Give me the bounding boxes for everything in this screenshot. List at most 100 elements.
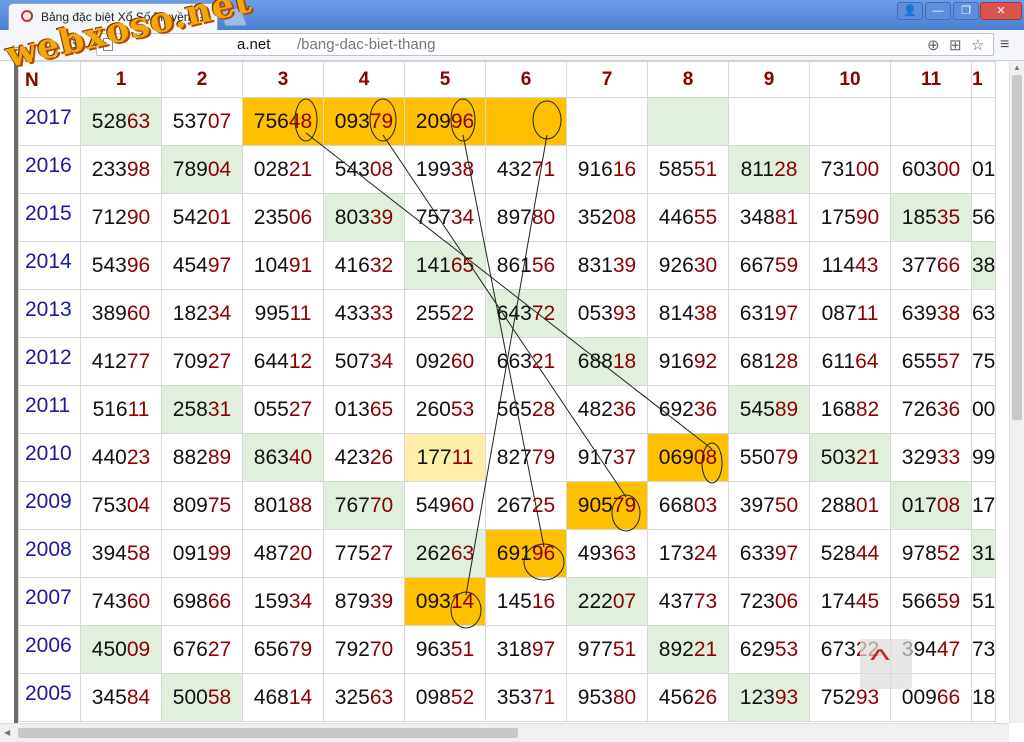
result-last-two: 82 <box>855 397 880 421</box>
result-cell <box>566 97 648 146</box>
result-prefix: 916 <box>658 349 694 373</box>
result-prefix: 688 <box>577 349 613 373</box>
result-prefix: 17 <box>972 493 996 517</box>
result-cell: 48720 <box>242 529 324 578</box>
result-last-two: 96 <box>126 253 151 277</box>
result-cell: 81128 <box>728 145 810 194</box>
result-cell: 55079 <box>728 433 810 482</box>
result-cell: 90579 <box>566 481 648 530</box>
result-prefix: 267 <box>496 493 532 517</box>
result-cell: 18234 <box>161 289 243 338</box>
result-prefix: 450 <box>91 637 127 661</box>
scroll-left-icon[interactable]: ◀ <box>4 728 10 737</box>
result-prefix: 543 <box>334 157 370 181</box>
close-window-button[interactable]: ✕ <box>980 2 1022 20</box>
table-row: 2014 54396 45497 10491 41632 14165 86156 83139 9… <box>18 241 997 290</box>
horizontal-scrollbar[interactable]: ◀ <box>0 723 1009 742</box>
result-prefix: 091 <box>172 541 208 565</box>
result-last-two: 80 <box>612 685 637 709</box>
result-last-two: 47 <box>936 637 961 661</box>
result-last-two: 34 <box>207 301 232 325</box>
year-label: 2010 <box>18 433 81 482</box>
result-prefix: 114 <box>821 253 856 277</box>
result-last-two: 14 <box>450 589 475 613</box>
horizontal-scroll-thumb[interactable] <box>18 728 518 738</box>
vertical-scrollbar[interactable]: ▲ <box>1009 61 1024 723</box>
result-last-two: 55 <box>693 205 718 229</box>
result-last-two: 79 <box>288 637 313 661</box>
result-cell: 69866 <box>161 577 243 626</box>
result-cell <box>647 97 729 146</box>
zoom-icon[interactable]: ⊕ <box>927 36 940 54</box>
result-cell: 83139 <box>566 241 648 290</box>
result-last-two: 22 <box>450 301 475 325</box>
result-last-two: 51 <box>450 637 475 661</box>
vertical-scroll-thumb[interactable] <box>1012 75 1022 420</box>
result-prefix: 905 <box>577 493 613 517</box>
result-prefix: 963 <box>415 637 451 661</box>
result-last-two: 58 <box>207 685 232 709</box>
result-last-two: 04 <box>126 493 151 517</box>
back-to-top-button[interactable]: ^ <box>860 639 912 689</box>
result-cell: 17590 <box>809 193 891 242</box>
column-header: 5 <box>404 61 486 98</box>
column-header: 9 <box>728 61 810 98</box>
result-cell: 54201 <box>161 193 243 242</box>
result-prefix: 013 <box>334 397 370 421</box>
result-last-two: 08 <box>693 445 718 469</box>
result-last-two: 66 <box>207 589 232 613</box>
result-last-two: 92 <box>693 349 718 373</box>
result-last-two: 06 <box>288 205 313 229</box>
table-row: 2005 34584 50058 46814 32563 09852 35371 95380 4… <box>18 673 997 722</box>
result-cell: 64412 <box>242 337 324 386</box>
result-prefix: 255 <box>415 301 451 325</box>
result-last-two: 12 <box>288 349 313 373</box>
result-cell: 14165 <box>404 241 486 290</box>
result-last-two: 45 <box>855 589 880 613</box>
result-prefix: 668 <box>658 493 694 517</box>
result-prefix: 51 <box>972 589 996 613</box>
result-last-two: 03 <box>693 493 718 517</box>
result-last-two: 58 <box>126 541 151 565</box>
result-cell: 50321 <box>809 433 891 482</box>
result-last-two: 89 <box>207 445 232 469</box>
result-cell: 78904 <box>161 145 243 194</box>
scroll-up-icon[interactable]: ▲ <box>1013 63 1021 72</box>
maximize-button[interactable]: ❐ <box>953 2 979 20</box>
address-bar[interactable]: a.net /bang-dac-biet-thang ⊕ ⊞ ☆ <box>96 33 994 56</box>
result-cell: 45626 <box>647 673 729 722</box>
result-cell: 65557 <box>890 337 972 386</box>
result-last-two: 00 <box>855 157 880 181</box>
result-last-two: 39 <box>612 253 637 277</box>
translate-icon[interactable]: ⊞ <box>949 36 962 54</box>
result-prefix: 827 <box>496 445 532 469</box>
result-prefix: 879 <box>334 589 370 613</box>
result-cell: 86340 <box>242 433 324 482</box>
year-label: 2008 <box>18 529 81 578</box>
result-cell: 95380 <box>566 673 648 722</box>
result-prefix: 528 <box>820 541 856 565</box>
result-cell: 31897 <box>485 625 567 674</box>
result-last-two: 38 <box>450 157 475 181</box>
result-cell: 54960 <box>404 481 486 530</box>
user-profile-button[interactable]: 👤 <box>897 2 923 20</box>
result-last-two: 70 <box>369 493 394 517</box>
result-last-two: 60 <box>126 589 151 613</box>
result-cell: 28801 <box>809 481 891 530</box>
result-cell: 54308 <box>323 145 405 194</box>
result-cell: 56528 <box>485 385 567 434</box>
bookmark-star-icon[interactable]: ☆ <box>971 36 984 54</box>
result-last-two: 34 <box>288 589 313 613</box>
column-header: 11 <box>890 61 972 98</box>
result-prefix: 633 <box>739 541 775 565</box>
result-last-two: 24 <box>693 541 718 565</box>
result-last-two: 21 <box>288 157 313 181</box>
result-prefix: 098 <box>415 685 451 709</box>
url-path: /bang-dac-biet-thang <box>297 36 436 53</box>
result-prefix: 698 <box>172 589 208 613</box>
result-prefix: 177 <box>416 445 452 469</box>
browser-menu-icon[interactable]: ≡ <box>1000 36 1009 54</box>
result-cell: 71290 <box>80 193 162 242</box>
result-last-two: 89 <box>774 397 799 421</box>
minimize-button[interactable]: — <box>925 2 951 20</box>
